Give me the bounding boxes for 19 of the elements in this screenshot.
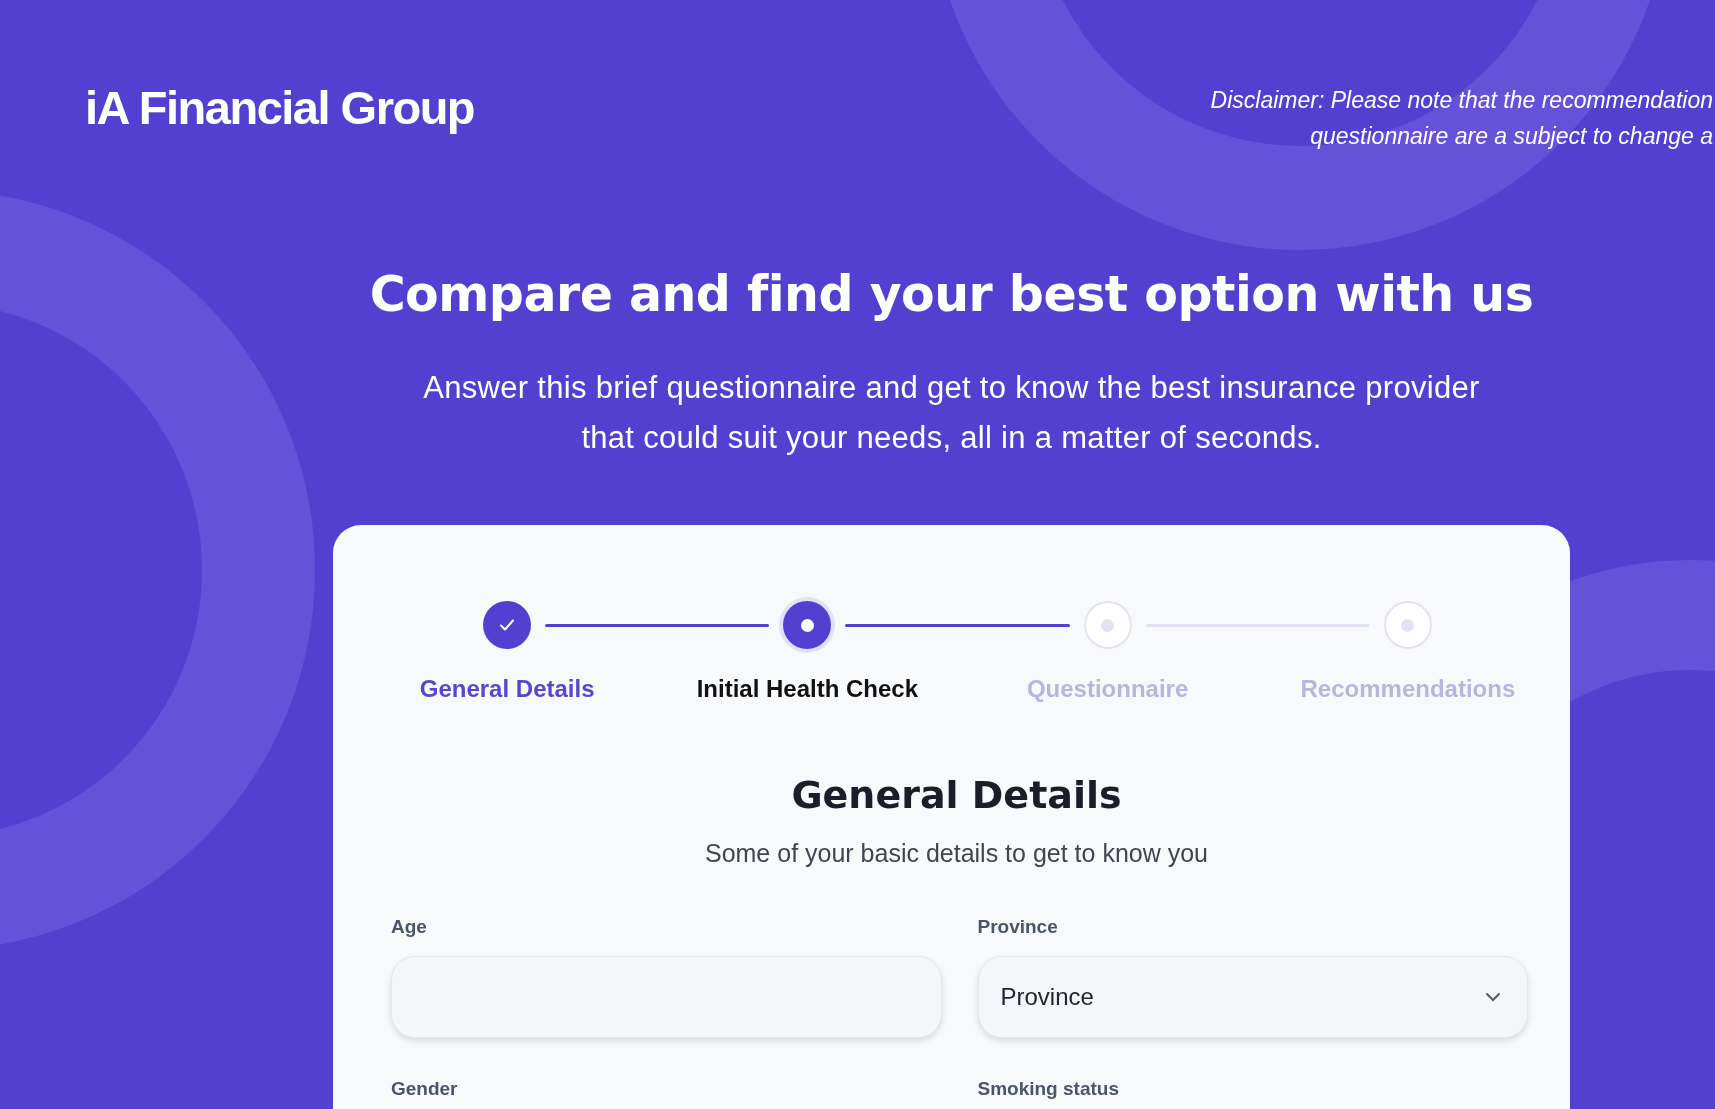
disclaimer-text: Disclaimer: Please note that the recommendation questionnaire are a subject to change a	[1210, 86, 1714, 151]
field-label: Province	[977, 916, 1059, 938]
step-label[interactable]: Initial Health Check	[696, 675, 919, 703]
form-subtitle: Some of your basic details to get to know you	[703, 839, 1210, 868]
check-step-icon[interactable]	[483, 601, 532, 649]
step-dot-icon[interactable]	[1383, 601, 1432, 649]
page-heading: Compare and find your best option with us	[369, 266, 1534, 323]
step-dot-icon[interactable]	[783, 601, 832, 649]
chevron-down-icon	[1485, 992, 1501, 1002]
page-subtitle: Answer this brief questionnaire and get to know the best insurance provider that could suit your needs, all in a matter of seconds.	[422, 369, 1481, 457]
field-label: Gender	[391, 1078, 459, 1100]
step-label[interactable]: General Details	[419, 675, 595, 703]
age-input-field[interactable]	[391, 956, 942, 1038]
field-label: Smoking status	[977, 1078, 1120, 1100]
step-dot-icon[interactable]	[1083, 601, 1132, 649]
company-logo: iA Financial Group	[85, 80, 475, 135]
form-title: General Details	[790, 773, 1123, 817]
province-dropdown[interactable]: Province	[977, 956, 1528, 1038]
field-label: Age	[391, 916, 428, 938]
